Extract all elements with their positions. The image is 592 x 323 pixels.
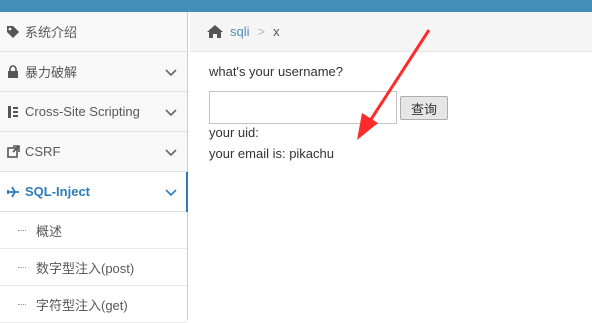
- sidebar-item-label: 暴力破解: [25, 65, 78, 80]
- chevron-down-icon: [165, 145, 177, 160]
- query-button[interactable]: 查询: [400, 96, 449, 120]
- email-result: your email is: pikachu: [209, 146, 334, 161]
- sidebar-item-csrf[interactable]: CSRF: [0, 132, 187, 172]
- uid-result: your uid:: [209, 125, 259, 140]
- sitemap-icon: [4, 105, 22, 119]
- sidebar-item-sqli[interactable]: SQL-Inject: [0, 172, 188, 212]
- query-result: your uid: your email is: pikachu: [209, 122, 448, 164]
- main-content: what's your username? 查询 your uid: your …: [209, 64, 449, 164]
- breadcrumb-link-sqli[interactable]: sqli: [230, 24, 250, 39]
- query-form: 查询: [209, 91, 449, 124]
- username-question: what's your username?: [209, 64, 343, 79]
- lock-icon: [4, 64, 22, 79]
- submenu-item-numeric-post[interactable]: 数字型注入(post): [0, 249, 187, 286]
- chevron-down-icon: [165, 105, 177, 120]
- sidebar-item-xss[interactable]: Cross-Site Scripting: [0, 92, 187, 132]
- breadcrumb-current: x: [273, 24, 280, 39]
- sidebar-item-intro[interactable]: 系统介绍: [0, 12, 187, 52]
- breadcrumb: sqli > x: [190, 12, 592, 52]
- sidebar-item-label: Cross-Site Scripting: [25, 104, 140, 119]
- submenu-item-label: 字符型注入(get): [36, 297, 128, 313]
- sidebar-item-label: 系统介绍: [25, 25, 78, 40]
- sidebar-item-label: SQL-Inject: [25, 184, 91, 199]
- chevron-down-icon: [165, 185, 177, 200]
- sidebar-item-label: CSRF: [25, 144, 61, 159]
- submenu-item-overview[interactable]: 概述: [0, 212, 187, 249]
- plane-icon: [4, 186, 22, 198]
- breadcrumb-separator: >: [257, 24, 266, 39]
- sidebar-item-bruteforce[interactable]: 暴力破解: [0, 52, 187, 92]
- top-navbar: [0, 0, 592, 12]
- chevron-down-icon: [165, 65, 177, 80]
- sidebar: 系统介绍 暴力破解 Cross-Site Scripting CSRF SQL-…: [0, 12, 188, 323]
- submenu-item-label: 概述: [36, 223, 63, 239]
- tag-icon: [4, 25, 22, 39]
- home-icon[interactable]: [206, 24, 224, 39]
- submenu-item-string-get[interactable]: 字符型注入(get): [0, 286, 187, 323]
- username-input[interactable]: [209, 91, 397, 124]
- submenu-item-label: 数字型注入(post): [36, 260, 135, 276]
- external-link-icon: [4, 145, 22, 158]
